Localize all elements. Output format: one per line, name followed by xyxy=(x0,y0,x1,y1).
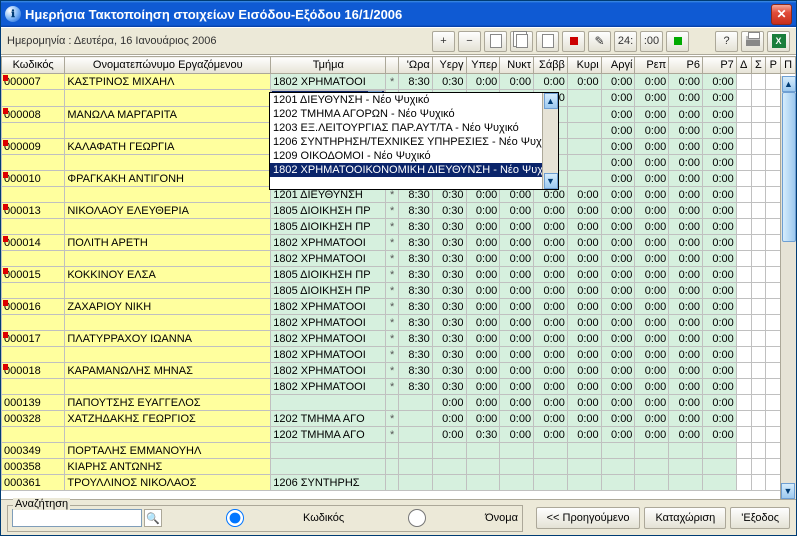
scroll-down-icon[interactable]: ▼ xyxy=(781,483,795,499)
document-icon xyxy=(542,34,554,48)
help-button[interactable]: ? xyxy=(715,31,738,52)
col-kyri[interactable]: Κυρι xyxy=(567,57,601,74)
toolbar: + − ✎ 24: :00 ? X xyxy=(432,31,790,52)
footer: Αναζήτηση 🔍 Κωδικός Όνομα << Προηγούμενο… xyxy=(1,499,796,535)
edit-icon: ✎ xyxy=(594,34,604,48)
table-row[interactable]: 1805 ΔΙΟΙΚΗΣΗ ΠΡ*8:300:300:000:000:000:0… xyxy=(2,219,796,235)
dept-dropdown-list[interactable]: 1201 ΔΙΕΥΘΥΝΣΗ - Νέο Ψυχικό1202 ΤΜΗΜΑ ΑΓ… xyxy=(269,92,559,190)
infobar: Ημερομηνία : Δευτέρα, 16 Ιανουάριος 2006… xyxy=(1,27,796,55)
col-star[interactable] xyxy=(386,57,399,74)
table-row[interactable]: 1805 ΔΙΟΙΚΗΣΗ ΠΡ*8:300:300:000:000:000:0… xyxy=(2,283,796,299)
table-row[interactable]: 000018ΚΑΡΑΜΑΝΩΛΗΣ ΜΗΝΑΣ1802 ΧΡΗΜΑΤΟΟΙ*8:… xyxy=(2,363,796,379)
search-button[interactable]: 🔍 xyxy=(144,509,162,527)
scroll-up-icon[interactable]: ▲ xyxy=(544,93,558,109)
table-row[interactable]: 1802 ΧΡΗΜΑΤΟΟΙ*8:300:300:000:000:000:000… xyxy=(2,347,796,363)
save-button[interactable]: Καταχώριση xyxy=(644,507,726,529)
table-row[interactable]: 000017ΠΛΑΤΥΡΡΑΧΟΥ ΙΩΑΝΝΑ1802 ΧΡΗΜΑΤΟΟΙ*8… xyxy=(2,331,796,347)
scroll-thumb[interactable] xyxy=(782,92,796,242)
copy-doc-button[interactable] xyxy=(484,31,507,52)
dropdown-item[interactable]: 1202 ΤΜΗΜΑ ΑΓΟΡΩΝ - Νέο Ψυχικό xyxy=(270,107,558,121)
stop-button[interactable] xyxy=(562,31,585,52)
table-row[interactable]: 000007ΚΑΣΤΡΙΝΟΣ ΜΙΧΑΗΛ1802 ΧΡΗΜΑΤΟΟΙ*8:3… xyxy=(2,74,796,90)
exit-button[interactable]: 'Εξοδος xyxy=(730,507,790,529)
dropdown-item[interactable]: 1203 ΕΞ.ΛΕΙΤΟΥΡΓΙΑΣ ΠΑΡ.ΑΥΤ/ΤΑ - Νέο Ψυχ… xyxy=(270,121,558,135)
close-button[interactable]: ✕ xyxy=(771,4,792,25)
go-button[interactable] xyxy=(666,31,689,52)
radio-name[interactable]: Όνομα xyxy=(352,509,518,527)
window-title: Ημερήσια Τακτοποίηση στοιχείων Εισόδου-Ε… xyxy=(25,7,402,22)
titlebar: ℹ Ημερήσια Τακτοποίηση στοιχείων Εισόδου… xyxy=(1,1,796,27)
col-nykt[interactable]: Νυκτ xyxy=(500,57,534,74)
table-row[interactable]: 1802 ΧΡΗΜΑΤΟΟΙ*8:300:300:000:000:000:000… xyxy=(2,251,796,267)
add-button[interactable]: + xyxy=(432,31,455,52)
table-row[interactable]: 000361ΤΡΟΥΛΛΙΝΟΣ ΝΙΚΟΛΑΟΣ1206 ΣΥΝΤΗΡΗΣ xyxy=(2,475,796,491)
dropdown-scrollbar[interactable]: ▲ ▼ xyxy=(542,93,558,189)
table-row[interactable]: 000358ΚΙΑΡΗΣ ΑΝΤΩΝΗΣ xyxy=(2,459,796,475)
dropdown-item[interactable]: 1802 ΧΡΗΜΑΤΟΟΙΚΟΝΟΜΙΚΗ ΔΙΕΥΘΥΝΣΗ - Νέο Ψ… xyxy=(270,163,558,177)
table-row[interactable]: 1802 ΧΡΗΜΑΤΟΟΙ*8:300:300:000:000:000:000… xyxy=(2,315,796,331)
col-r[interactable]: Ρ xyxy=(766,57,781,74)
blank-doc-button[interactable] xyxy=(536,31,559,52)
time-00-button[interactable]: :00 xyxy=(640,31,663,52)
magnifier-icon: 🔍 xyxy=(146,512,160,525)
print-button[interactable] xyxy=(741,31,764,52)
col-yerg[interactable]: Υεργ xyxy=(432,57,466,74)
dropdown-item[interactable]: 1206 ΣΥΝΤΗΡΗΣΗ/ΤΕΧΝΙΚΕΣ ΥΠΗΡΕΣΙΕΣ - Νέο … xyxy=(270,135,558,149)
scroll-down-icon[interactable]: ▼ xyxy=(544,173,558,189)
header-row: Κωδικός Ονοματεπώνυμο Εργαζόμενου Τμήμα … xyxy=(2,57,796,74)
col-savv[interactable]: Σάββ xyxy=(534,57,568,74)
date-label: Ημερομηνία : Δευτέρα, 16 Ιανουάριος 2006 xyxy=(7,35,216,47)
edit-doc-button[interactable]: ✎ xyxy=(588,31,611,52)
table-row[interactable]: 1802 ΧΡΗΜΑΤΟΟΙ*8:300:300:000:000:000:000… xyxy=(2,379,796,395)
excel-button[interactable]: X xyxy=(767,31,790,52)
col-d[interactable]: Δ xyxy=(736,57,751,74)
documents-icon xyxy=(516,34,528,48)
table-row[interactable]: 000015ΚΟΚΚΙΝΟΥ ΕΛΣΑ1805 ΔΙΟΙΚΗΣΗ ΠΡ*8:30… xyxy=(2,267,796,283)
app-window: ℹ Ημερήσια Τακτοποίηση στοιχείων Εισόδου… xyxy=(0,0,797,536)
table-row[interactable]: 000349ΠΟΡΤΑΛΗΣ ΕΜΜΑΝΟΥΗΛ xyxy=(2,443,796,459)
table-row[interactable]: 000016ΖΑΧΑΡΙΟΥ ΝΙΚΗ1802 ΧΡΗΜΑΤΟΟΙ*8:300:… xyxy=(2,299,796,315)
col-hour[interactable]: 'Ωρα xyxy=(398,57,432,74)
col-rep[interactable]: Ρεπ xyxy=(635,57,669,74)
excel-icon: X xyxy=(772,34,786,48)
copy-docs-button[interactable] xyxy=(510,31,533,52)
table-row[interactable]: 000328ΧΑΤΖΗΔΑΚΗΣ ΓΕΩΡΓΙΟΣ1202 ΤΜΗΜΑ ΑΓΟ*… xyxy=(2,411,796,427)
data-grid: Κωδικός Ονοματεπώνυμο Εργαζόμενου Τμήμα … xyxy=(1,55,796,499)
col-s[interactable]: Σ xyxy=(751,57,766,74)
time-24-button[interactable]: 24: xyxy=(614,31,637,52)
col-p[interactable]: Π xyxy=(781,57,796,74)
app-icon: ℹ xyxy=(5,6,21,22)
col-code[interactable]: Κωδικός xyxy=(2,57,65,74)
search-label: Αναζήτηση xyxy=(13,498,70,510)
col-yper[interactable]: Υπερ xyxy=(466,57,500,74)
search-group: Αναζήτηση 🔍 Κωδικός Όνομα xyxy=(7,505,523,532)
dropdown-item[interactable]: 1201 ΔΙΕΥΘΥΝΣΗ - Νέο Ψυχικό xyxy=(270,93,558,107)
scroll-up-icon[interactable]: ▲ xyxy=(782,76,796,92)
table-row[interactable]: 000014ΠΟΛΙΤΗ ΑΡΕΤΗ1802 ΧΡΗΜΑΤΟΟΙ*8:300:3… xyxy=(2,235,796,251)
dropdown-item[interactable]: 1209 ΟΙΚΟΔΟΜΟΙ - Νέο Ψυχικό xyxy=(270,149,558,163)
col-p7[interactable]: Ρ7 xyxy=(703,57,737,74)
footer-buttons: << Προηγούμενο Καταχώριση 'Εξοδος xyxy=(536,507,790,529)
printer-icon xyxy=(746,36,760,46)
table-row[interactable]: 1202 ΤΜΗΜΑ ΑΓΟ*0:000:300:000:000:000:000… xyxy=(2,427,796,443)
green-square-icon xyxy=(674,37,682,45)
col-p6[interactable]: Ρ6 xyxy=(669,57,703,74)
col-dept[interactable]: Τμήμα xyxy=(271,57,386,74)
grid-scrollbar[interactable]: ▲ ▼ xyxy=(780,76,796,499)
search-input[interactable] xyxy=(12,509,142,527)
col-name[interactable]: Ονοματεπώνυμο Εργαζόμενου xyxy=(65,57,271,74)
prev-button[interactable]: << Προηγούμενο xyxy=(536,507,641,529)
remove-button[interactable]: − xyxy=(458,31,481,52)
col-argi[interactable]: Αργί xyxy=(601,57,635,74)
table-row[interactable]: 000139ΠΑΠΟΥΤΣΗΣ ΕΥΑΓΓΕΛΟΣ0:000:000:000:0… xyxy=(2,395,796,411)
red-square-icon xyxy=(570,37,578,45)
table-row[interactable]: 000013ΝΙΚΟΛΑΟΥ ΕΛΕΥΘΕΡΙΑ1805 ΔΙΟΙΚΗΣΗ ΠΡ… xyxy=(2,203,796,219)
document-icon xyxy=(490,34,502,48)
radio-code[interactable]: Κωδικός xyxy=(170,509,344,527)
